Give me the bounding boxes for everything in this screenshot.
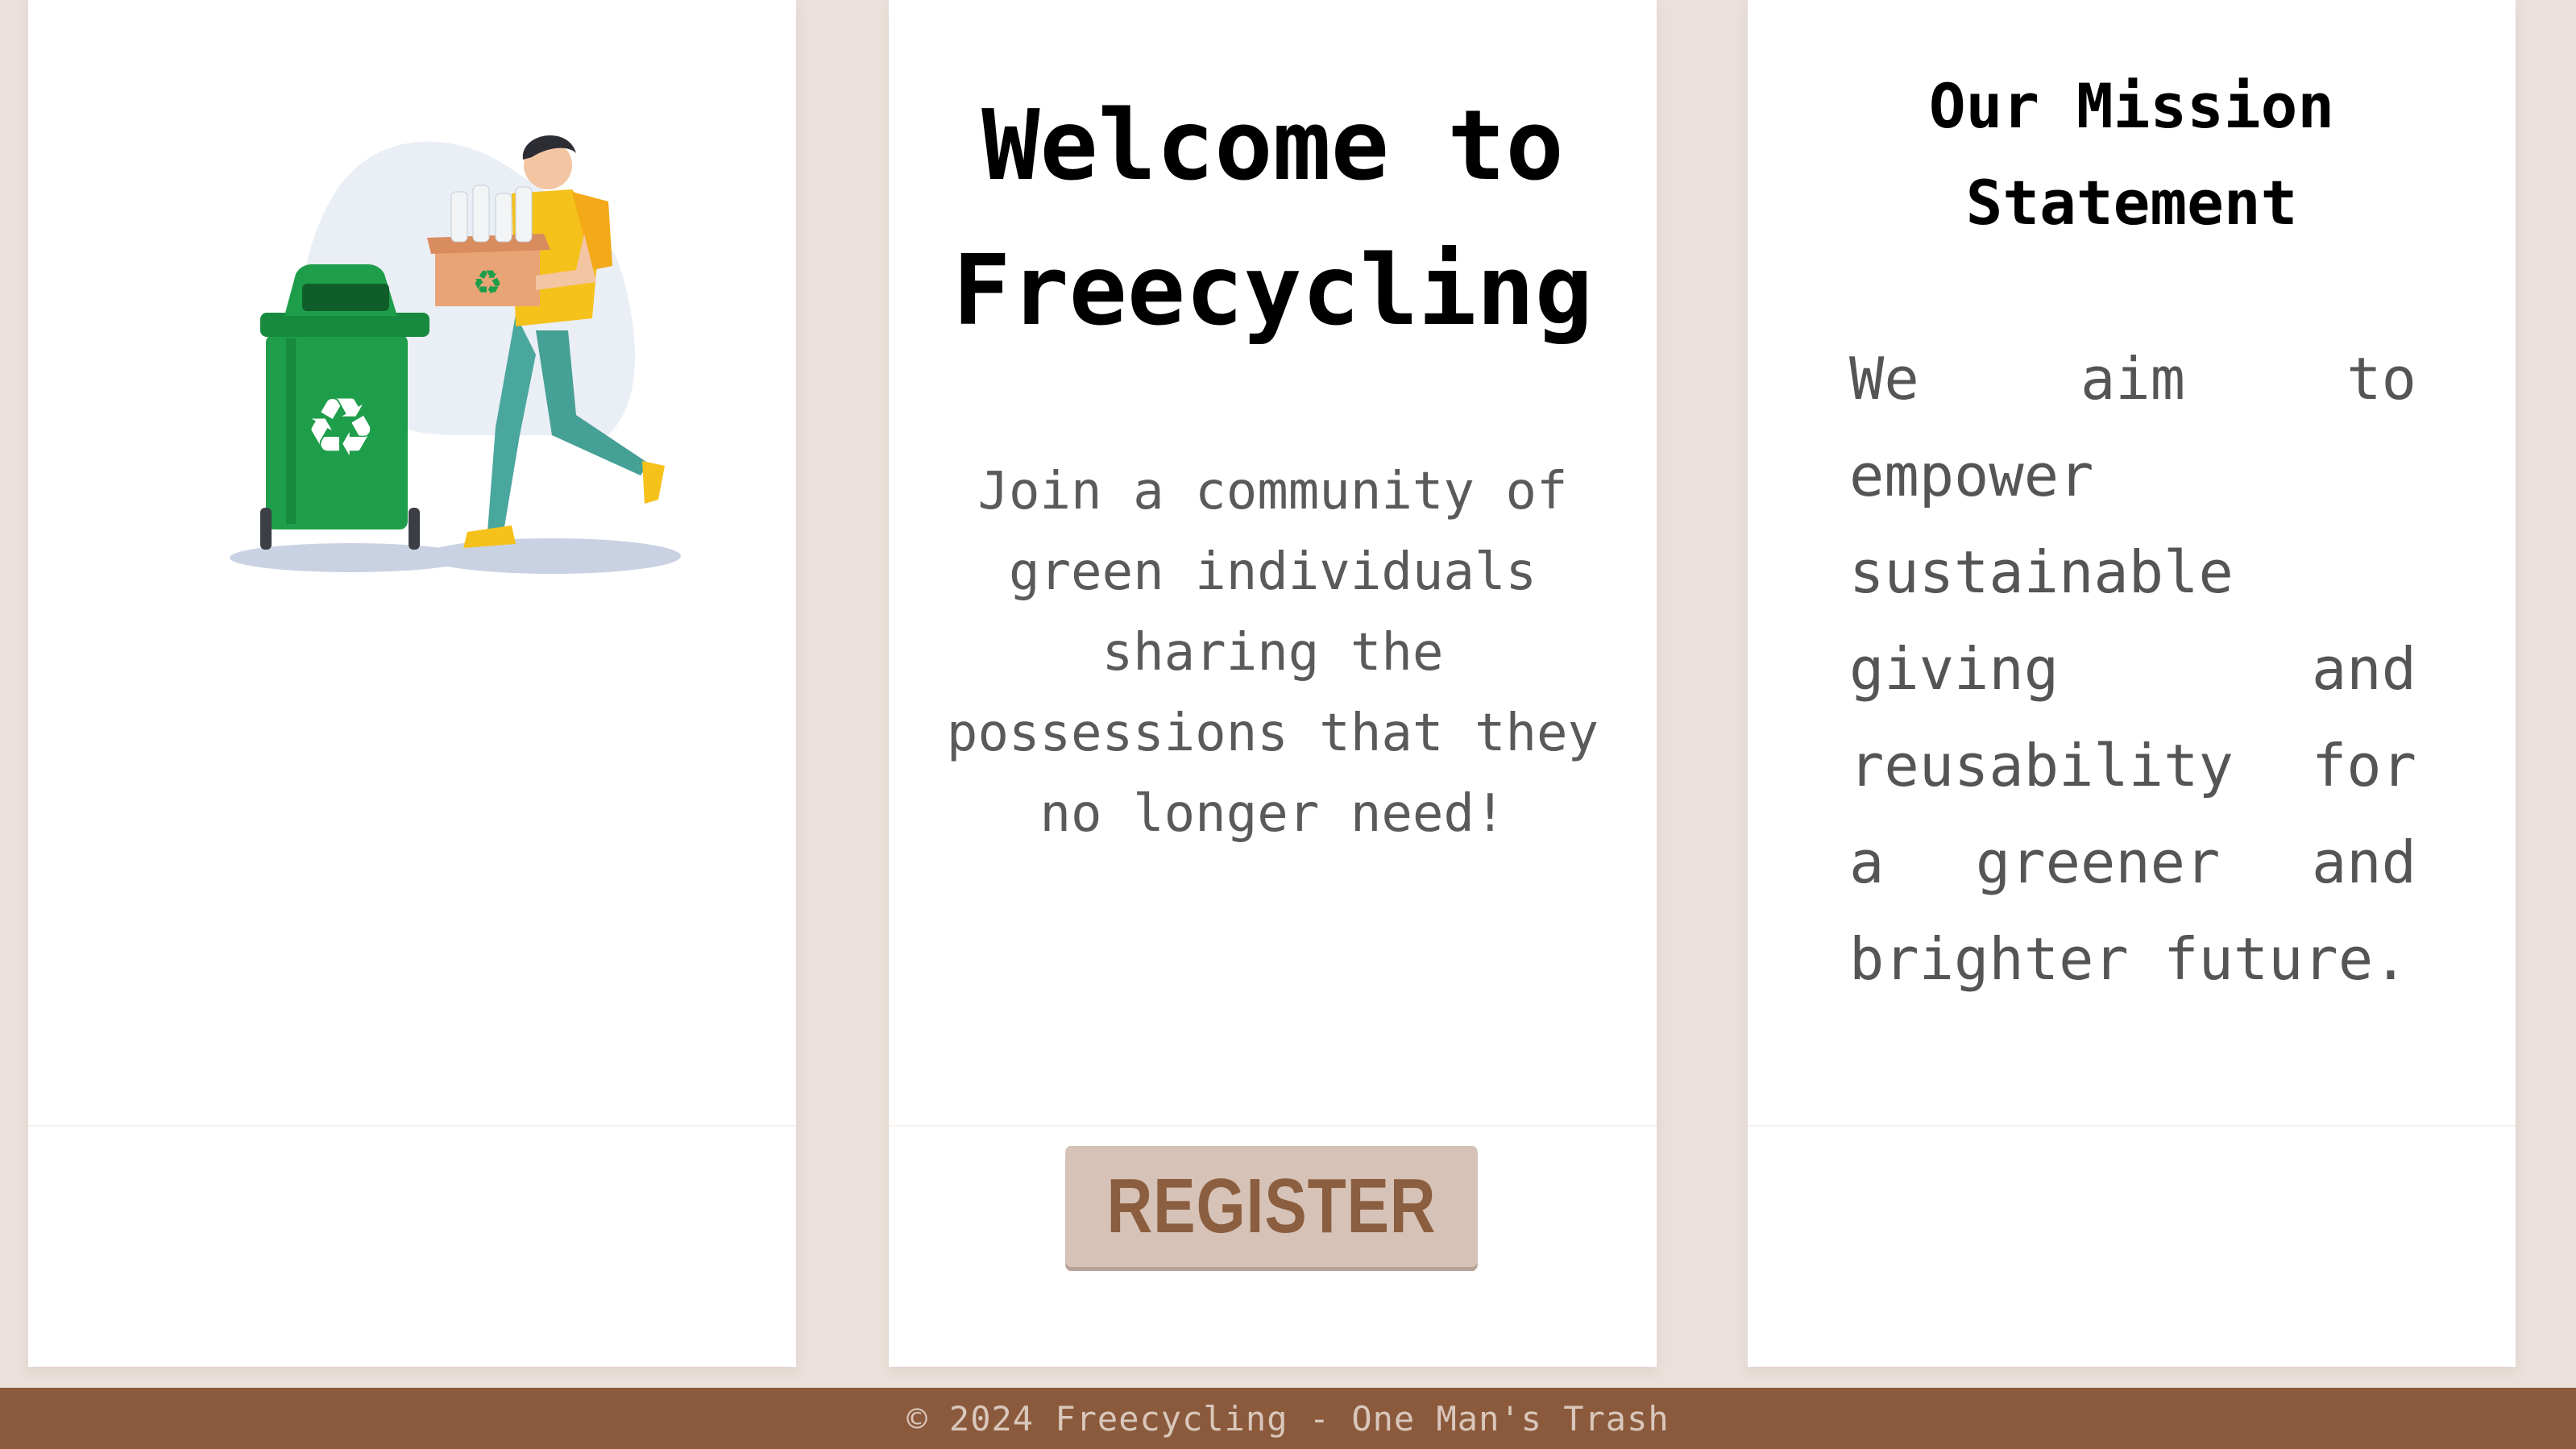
- svg-text:♻: ♻: [305, 380, 377, 475]
- footer-copyright: © 2024 Freecycling - One Man's Trash: [906, 1398, 1670, 1439]
- title-line-2: Freecycling: [952, 235, 1593, 347]
- subtitle-line: possessions that they: [946, 704, 1599, 763]
- mission-title-line-1: Our Mission: [1928, 70, 2335, 142]
- mission-statement-text: We aim to empower sustainable giving and…: [1849, 345, 2416, 993]
- welcome-subtitle: Join a community of green individuals sh…: [945, 451, 1600, 854]
- mission-title: Our Mission Statement: [1748, 58, 2516, 251]
- subtitle-line: sharing the: [1101, 623, 1444, 683]
- illustration-card: ♻ ♻: [28, 0, 796, 1367]
- recycling-illustration: ♻ ♻: [230, 135, 681, 574]
- welcome-card: Welcome to Freecycling Join a community …: [889, 0, 1657, 1367]
- footer: © 2024 Freecycling - One Man's Trash: [0, 1388, 2576, 1449]
- subtitle-line: Join a community of: [977, 462, 1568, 521]
- mission-card: Our Mission Statement We aim to empower …: [1748, 0, 2516, 1367]
- page-title: Welcome to Freecycling: [889, 74, 1657, 364]
- subtitle-line: green individuals: [1008, 542, 1537, 602]
- register-button[interactable]: REGISTER: [1065, 1146, 1478, 1267]
- mission-title-line-2: Statement: [1965, 167, 2298, 239]
- subtitle-line: no longer need!: [1039, 784, 1506, 844]
- title-line-1: Welcome to: [981, 90, 1564, 202]
- svg-text:♻: ♻: [472, 263, 503, 302]
- card-divider: [1748, 1125, 2516, 1127]
- card-divider: [28, 1125, 796, 1127]
- card-divider: [889, 1125, 1657, 1127]
